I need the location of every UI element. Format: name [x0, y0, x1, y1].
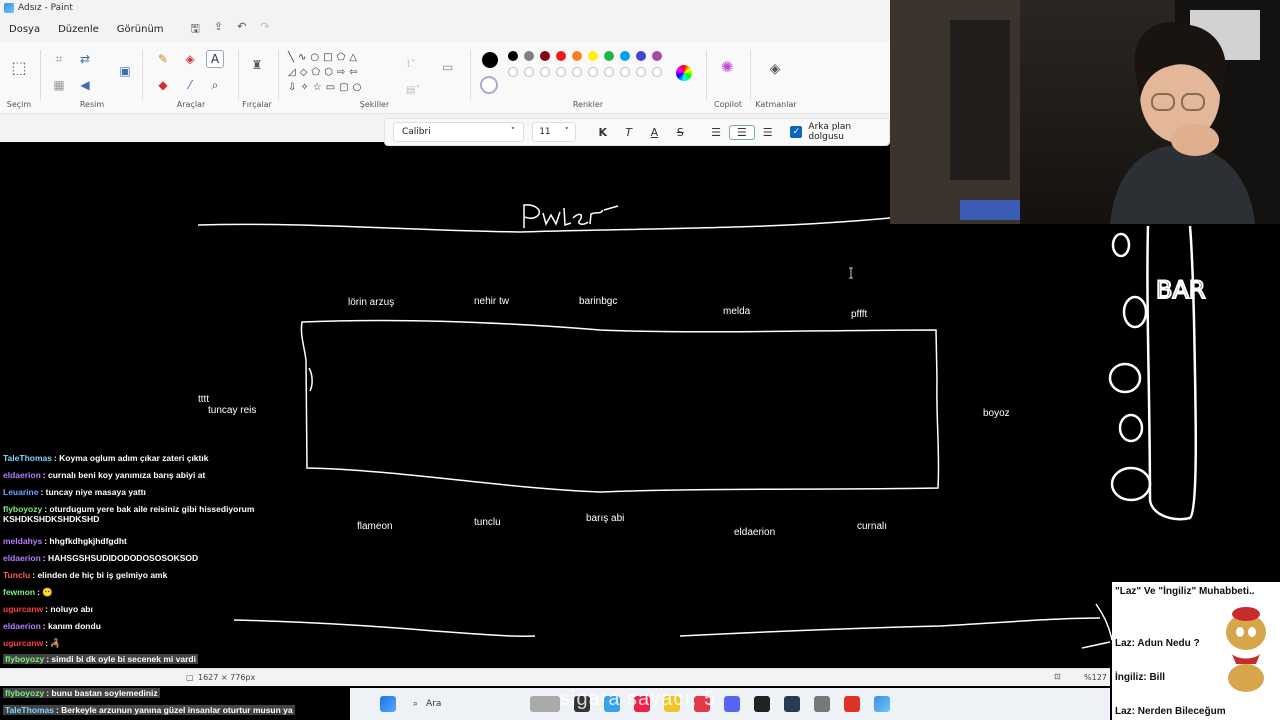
seat-label: eldaerion: [734, 527, 776, 538]
paint-taskbar-icon[interactable]: [874, 696, 890, 712]
zoom-level[interactable]: %127: [1084, 673, 1107, 682]
stroke-table: [300, 319, 940, 493]
chat-message: ugurcanw: noluyo abı: [3, 604, 93, 614]
seat-label: tunclu: [474, 517, 501, 528]
chat-message: ugurcanw: 🦂: [3, 638, 61, 649]
chat-text: noluyo abı: [50, 604, 93, 614]
seat-label: curnalı: [857, 521, 888, 532]
taskbar: ⌕ Ara: [350, 688, 1110, 720]
chat-message: eldaerion: kanım dondu: [3, 621, 101, 631]
chat-text: Koyma oglum adım çıkar zateri çıktık: [59, 453, 209, 463]
screen: { "window": { "title": "Adsız - Paint" }…: [0, 0, 1280, 720]
stroke-stool: [1108, 362, 1142, 394]
chat-text: simdi bi dk oyle bi secenek mi vardi: [51, 654, 196, 664]
chat-username[interactable]: eldaerion: [3, 470, 41, 480]
chat-message: TaleThomas: Berkeyle arzunun yanına güze…: [3, 705, 295, 715]
chat-text: HAHSGSHSUDIDODODOSOSOKSOD: [48, 553, 199, 563]
canvas-dimensions: 1627 × 776px: [198, 673, 256, 682]
chat-message: flyboyozy: oturdugum yere bak aile reisi…: [3, 504, 303, 524]
chat-username[interactable]: flyboyozy: [3, 504, 42, 514]
app-red-icon[interactable]: [844, 696, 860, 712]
chat-message: Leuarine: tuncay niye masaya yattı: [3, 487, 146, 497]
stroke-title-scribble: [523, 204, 619, 228]
chat-username[interactable]: eldaerion: [3, 621, 41, 631]
seat-label: barış abi: [586, 513, 625, 524]
meme-title: "Laz" Ve "İngiliz" Muhabbeti..: [1115, 586, 1255, 597]
search-icon: ⌕: [413, 699, 419, 709]
chat-text: hhgfkdhgkjhdfgdht: [49, 536, 127, 546]
chat-username[interactable]: TaleThomas: [5, 705, 54, 715]
seat-label: nehir tw: [474, 296, 510, 307]
meme-character-image: [1226, 607, 1266, 692]
chat-text: 🦂: [50, 638, 61, 648]
meme-line: İngiliz: Bill: [1115, 672, 1165, 683]
taskbar-search[interactable]: ⌕ Ara: [413, 694, 523, 714]
chat-username[interactable]: ugurcanw: [3, 638, 43, 648]
chat-message: flyboyozy: simdi bi dk oyle bi secenek m…: [3, 654, 198, 664]
cigarette-counter-overlay: sigara sayacı: 5: [560, 688, 717, 710]
chat-text: 😶: [42, 587, 53, 597]
stroke-top-line: [197, 217, 891, 233]
chat-message: Tunclu: elinden de hiç bi iş gelmiyo amk: [3, 570, 167, 580]
fit-to-window-icon[interactable]: ⊡: [1054, 672, 1061, 681]
chat-text: bunu bastan soylemediniz: [51, 688, 158, 698]
chat-username[interactable]: Leuarine: [3, 487, 38, 497]
chat-text: Berkeyle arzunun yanına güzel insanlar o…: [61, 705, 293, 715]
meme-line: Laz: Nerden Bileceğum: [1115, 706, 1226, 717]
meme-overlay: "Laz" Ve "İngiliz" Muhabbeti.. Laz: Adun…: [1112, 582, 1280, 720]
text-cursor-icon: [849, 267, 853, 279]
stroke-stool: [1111, 232, 1131, 258]
seat-label: flameon: [357, 521, 393, 532]
seat-label: tuncay reis: [208, 405, 257, 416]
discord-icon[interactable]: [724, 696, 740, 712]
windows-start-icon[interactable]: [380, 696, 396, 712]
chat-username[interactable]: fewmon: [3, 587, 35, 597]
chat-username[interactable]: flyboyozy: [5, 654, 44, 664]
stroke-bottom-right: [679, 617, 1101, 637]
chat-username[interactable]: eldaerion: [3, 553, 41, 563]
chat-message: fewmon: 😶: [3, 587, 53, 598]
seat-label: lörin arzuş: [348, 297, 395, 308]
chat-text: curnalı beni koy yanımıza barış abiyi at: [48, 470, 206, 480]
chat-username[interactable]: TaleThomas: [3, 453, 52, 463]
status-bar: ▢ 1627 × 776px ⊡ %127: [0, 668, 1110, 686]
webcam-feed: [890, 0, 1280, 224]
chat-message: meldahys: hhgfkdhgkjhdfgdht: [3, 536, 127, 546]
chat-text: tuncay niye masaya yattı: [45, 487, 146, 497]
stroke-stool: [1122, 295, 1148, 329]
webcam-scene: [890, 0, 1280, 224]
taskbar-widget-icon[interactable]: [530, 696, 560, 712]
seat-label: boyoz: [983, 408, 1010, 419]
chat-message: eldaerion: HAHSGSHSUDIDODODOSOSOKSOD: [3, 553, 198, 563]
seat-label: barinbgc: [579, 296, 618, 307]
meme-line: Laz: Adun Nedu ?: [1115, 638, 1200, 649]
seat-label: melda: [723, 306, 751, 317]
chat-text: kanım dondu: [48, 621, 101, 631]
seat-label: pffft: [851, 309, 868, 320]
seat-label: tttt: [198, 394, 210, 405]
chat-username[interactable]: Tunclu: [3, 570, 30, 580]
chat-message: flyboyozy: bunu bastan soylemediniz: [3, 688, 160, 698]
obs-icon[interactable]: [754, 696, 770, 712]
stroke-bar-counter: [1146, 225, 1198, 521]
chat-username[interactable]: meldahys: [3, 536, 42, 546]
chat-message: eldaerion: curnalı beni koy yanımıza bar…: [3, 470, 205, 480]
canvas-size-icon: ▢: [186, 673, 194, 682]
chat-username[interactable]: ugurcanw: [3, 604, 43, 614]
stroke-stool: [1118, 413, 1144, 443]
bar-letter: BAR: [1156, 276, 1206, 304]
chat-username[interactable]: flyboyozy: [5, 688, 44, 698]
chat-message: TaleThomas: Koyma oglum adım çıkar zater…: [3, 453, 208, 463]
steam-icon[interactable]: [784, 696, 800, 712]
chat-text: elinden de hiç bi iş gelmiyo amk: [37, 570, 168, 580]
stroke-stool: [1110, 466, 1152, 502]
search-placeholder: Ara: [426, 699, 442, 709]
settings-icon[interactable]: [814, 696, 830, 712]
